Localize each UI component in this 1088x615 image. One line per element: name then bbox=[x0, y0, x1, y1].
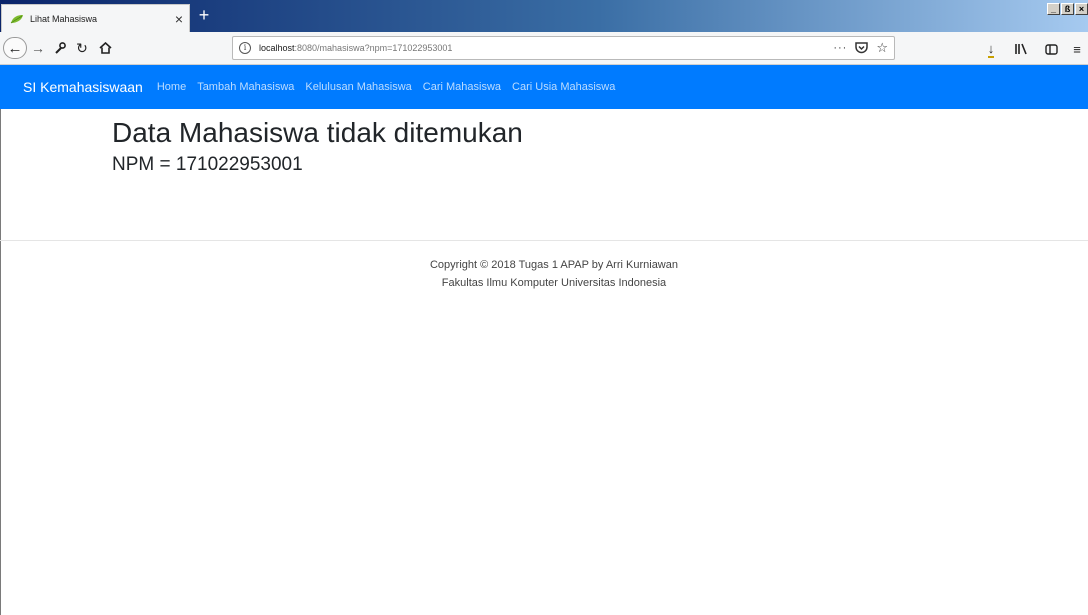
window-controls: _ ß × bbox=[1047, 3, 1088, 15]
nav-link-cari-mahasiswa[interactable]: Cari Mahasiswa bbox=[423, 81, 501, 93]
tab-lihat-mahasiswa[interactable]: Lihat Mahasiswa × bbox=[1, 4, 190, 32]
restore-button[interactable]: ß bbox=[1061, 3, 1074, 15]
footer: Copyright © 2018 Tugas 1 APAP by Arri Ku… bbox=[0, 256, 1088, 292]
copyright-text: Copyright © 2018 Tugas 1 APAP by Arri Ku… bbox=[429, 259, 678, 271]
nav-link-tambah-mahasiswa[interactable]: Tambah Mahasiswa bbox=[197, 81, 294, 93]
page-title: Data Mahasiswa tidak ditemukan bbox=[112, 117, 523, 148]
toolbar-right: ↓ ≡ bbox=[976, 40, 1088, 58]
url-host: localhost bbox=[259, 43, 295, 53]
arrow-left-icon: ← bbox=[7, 39, 23, 57]
close-window-button[interactable]: × bbox=[1075, 3, 1088, 15]
brand-link[interactable]: SI Kemahasiswaan bbox=[23, 79, 143, 95]
title-bar: Lihat Mahasiswa × + _ ß × bbox=[0, 0, 1088, 32]
home-icon bbox=[98, 42, 112, 54]
info-icon[interactable]: i bbox=[239, 42, 251, 54]
footer-divider bbox=[0, 240, 1088, 241]
nav-link-cari-usia-mahasiswa[interactable]: Cari Usia Mahasiswa bbox=[512, 81, 615, 93]
home-button[interactable] bbox=[94, 37, 116, 59]
pocket-icon[interactable] bbox=[855, 42, 869, 54]
tools-button[interactable] bbox=[50, 37, 70, 59]
app-navbar: SI Kemahasiswaan Home Tambah Mahasiswa K… bbox=[0, 65, 1088, 109]
page-actions-icon[interactable]: ··· bbox=[833, 42, 847, 54]
reload-button[interactable]: ↻ bbox=[72, 37, 92, 59]
faculty-text: Fakultas Ilmu Komputer Universitas Indon… bbox=[441, 277, 667, 289]
forward-button[interactable]: → bbox=[29, 37, 47, 59]
nav-link-home[interactable]: Home bbox=[157, 81, 186, 93]
bookmark-star-icon[interactable]: ☆ bbox=[876, 40, 888, 56]
close-tab-icon[interactable]: × bbox=[175, 12, 183, 26]
sidebar-icon[interactable] bbox=[1036, 40, 1066, 58]
main-content: Data Mahasiswa tidak ditemukan NPM = 171… bbox=[112, 116, 523, 178]
url-bar[interactable]: i localhost :8080/mahasiswa?npm=17102295… bbox=[232, 36, 895, 60]
leaf-favicon-icon bbox=[10, 14, 23, 23]
library-icon[interactable] bbox=[1006, 40, 1036, 58]
wrench-icon bbox=[55, 42, 66, 54]
arrow-right-icon: → bbox=[31, 40, 45, 56]
nav-link-kelulusan-mahasiswa[interactable]: Kelulusan Mahasiswa bbox=[305, 81, 411, 93]
browser-toolbar: ← → ↻ i localhost :8080/mahasiswa?npm=17… bbox=[0, 32, 1088, 65]
minimize-button[interactable]: _ bbox=[1047, 3, 1060, 15]
tab-title: Lihat Mahasiswa bbox=[30, 13, 98, 24]
download-icon[interactable]: ↓ bbox=[976, 40, 1006, 58]
url-path: :8080/mahasiswa?npm=171022953001 bbox=[294, 43, 453, 53]
new-tab-button[interactable]: + bbox=[193, 3, 215, 27]
back-button[interactable]: ← bbox=[3, 37, 27, 59]
hamburger-menu-icon[interactable]: ≡ bbox=[1066, 40, 1088, 58]
reload-icon: ↻ bbox=[76, 39, 88, 56]
npm-text: NPM = 171022953001 bbox=[112, 154, 303, 175]
